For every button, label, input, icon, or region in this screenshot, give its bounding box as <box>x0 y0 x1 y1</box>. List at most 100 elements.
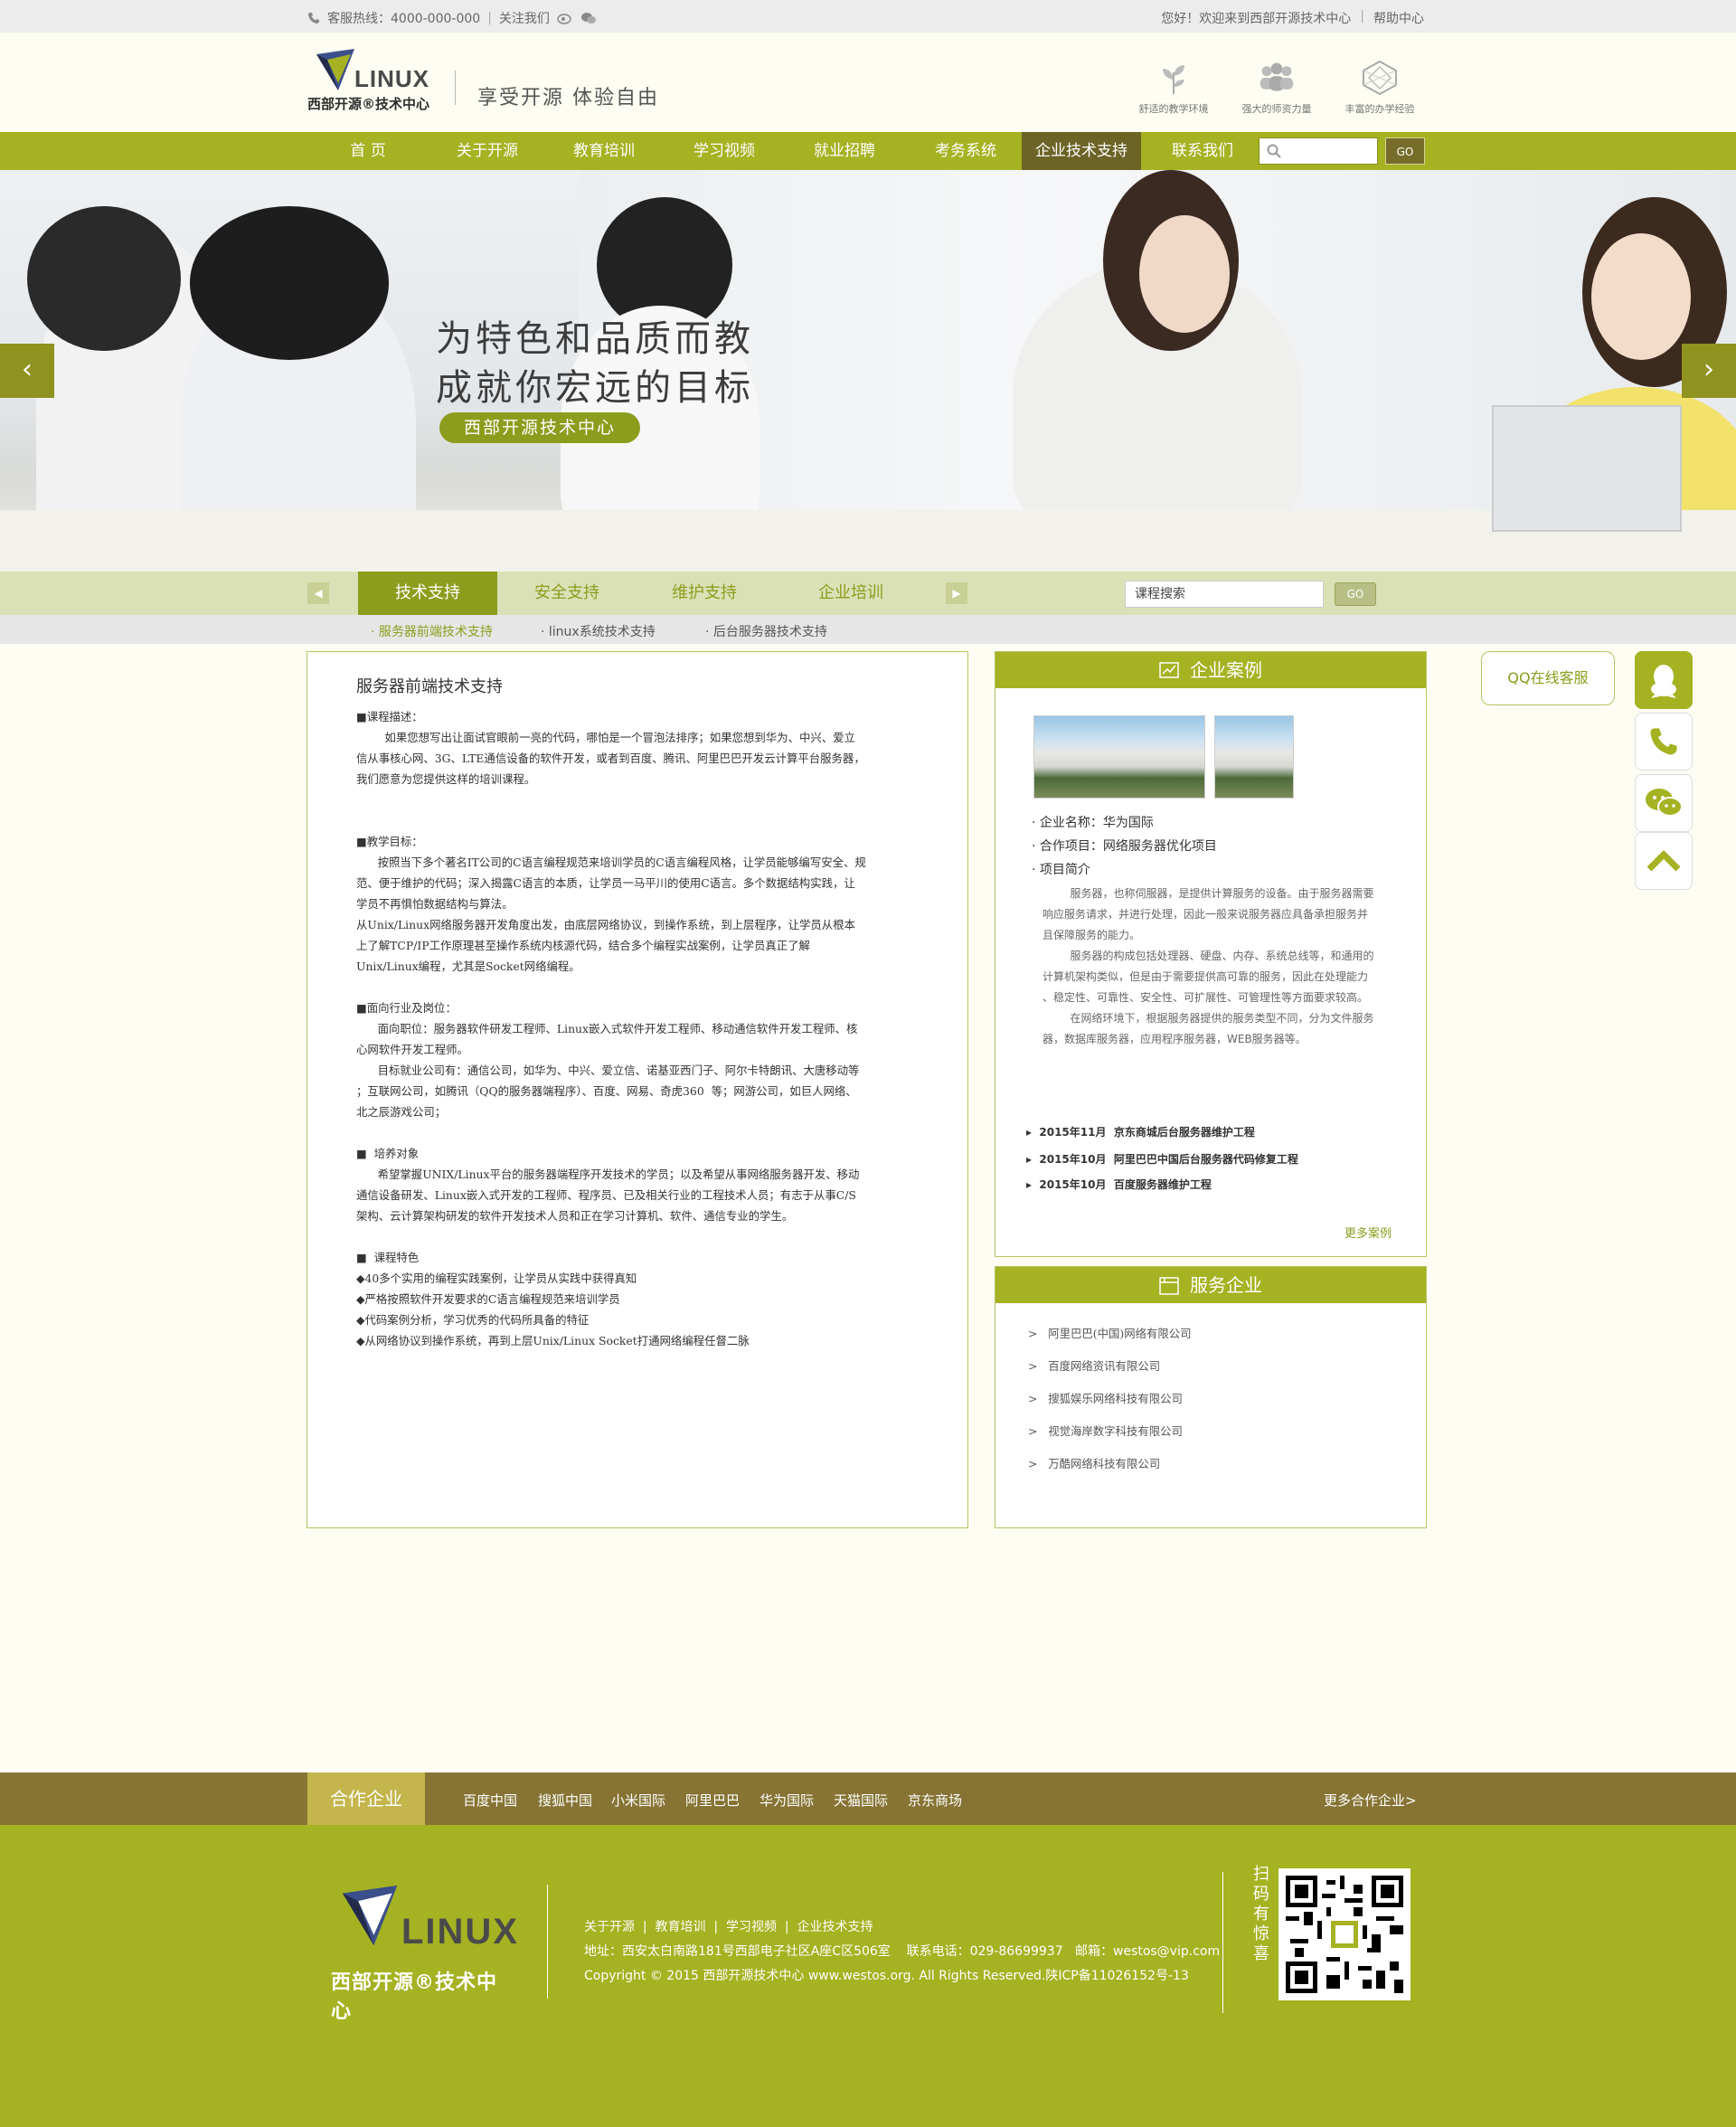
case-desc-line: 且保障服务的能力。 <box>1043 929 1141 941</box>
case-description: 服务器，也称伺服器，是提供计算服务的设备。由于服务器需要 响应服务请求，并进行处… <box>1043 884 1399 1050</box>
tabs-prev-button[interactable]: ◀ <box>307 582 329 604</box>
article-line: 按照当下多个著名IT公司的C语言编程规范来培训学员的C语言编程风格，让学员能够编… <box>356 856 866 869</box>
help-center-link[interactable]: 帮助中心 <box>1373 9 1424 27</box>
wechat-button[interactable] <box>1635 774 1693 832</box>
tabs-next-button[interactable]: ▶ <box>946 582 967 604</box>
banner-hair-2 <box>190 206 389 360</box>
article-panel: 服务器前端技术支持 ■课程描述： 如果您想写出让面试官眼前一亮的代码，哪怕是一个… <box>307 651 968 1528</box>
partner-link[interactable]: 搜狐中国 <box>538 1791 592 1810</box>
footer-links[interactable]: 关于开源 | 教育培训 | 学习视频 | 企业技术支持 <box>584 1915 1220 1940</box>
footer-logo-en: LINUX <box>401 1912 519 1952</box>
partner-link[interactable]: 阿里巴巴 <box>685 1791 740 1810</box>
service-enterprises-panel: 服务企业 > 阿里巴巴(中国)网络有限公司 > 百度网络资讯有限公司 > 搜狐娱… <box>995 1266 1427 1528</box>
logo-mark-icon <box>316 49 354 90</box>
phone-button[interactable] <box>1635 713 1693 770</box>
article-line: 目标就业公司有：通信公司，如华为、中兴、爱立信、诺基亚西门子、阿尔卡特朗讯、大唐… <box>356 1064 860 1077</box>
qq-icon <box>1651 665 1676 698</box>
nav-search-input[interactable] <box>1259 137 1378 165</box>
partner-link[interactable]: 华为国际 <box>760 1791 814 1810</box>
footer-logo[interactable]: LINUX 西部开源®技术中心 <box>331 1883 517 2023</box>
partners-label: 合作企业 <box>307 1772 425 1825</box>
site-logo[interactable]: LINUX 西部开源®技术中心 <box>307 47 434 114</box>
subnav-backend[interactable]: · 后台服务器技术支持 <box>705 622 827 640</box>
back-to-top-button[interactable] <box>1635 832 1693 890</box>
service-enterprise-item[interactable]: > 万酷网络科技有限公司 <box>1028 1455 1160 1471</box>
nav-jobs[interactable]: 就业招聘 <box>799 132 890 170</box>
case-desc-line: 响应服务请求，并进行处理，因此一般来说服务器应具备承担服务并 <box>1043 908 1369 921</box>
logo-cn: 西部开源®技术中心 <box>307 96 430 112</box>
article-line: 架构、云计算架构研发的软件开发技术人员和正在学习计算机、软件、通信专业的学生。 <box>356 1209 794 1223</box>
subnav-frontend[interactable]: · 服务器前端技术支持 <box>371 622 493 640</box>
nav-enterprise-support[interactable]: 企业技术支持 <box>1022 132 1141 170</box>
site-footer: LINUX 西部开源®技术中心 关于开源 | 教育培训 | 学习视频 | 企业技… <box>0 1825 1736 2127</box>
article-line: ■教学目标： <box>356 835 423 848</box>
article-line: 学员不再惧怕数据结构与算法。 <box>356 897 514 911</box>
feature-experience: 丰富的办学经验 <box>1335 60 1425 116</box>
footer-address: 地址：西安太白南路181号西部电子社区A座C区506室 联系电话：029-866… <box>584 1944 1221 1959</box>
tab-tech-support[interactable]: 技术支持 <box>358 572 497 615</box>
tab-maintenance-support[interactable]: 维护支持 <box>635 572 774 615</box>
partner-link[interactable]: 百度中国 <box>463 1791 517 1810</box>
partner-link[interactable]: 小米国际 <box>611 1791 665 1810</box>
banner-prev-button[interactable]: ‹ <box>0 344 54 398</box>
nav-about[interactable]: 关于开源 <box>442 132 533 170</box>
cases-header: 企业案例 <box>995 652 1426 688</box>
sub-nav: · 服务器前端技术支持 · linux系统技术支持 · 后台服务器技术支持 <box>0 615 1736 644</box>
service-enterprise-item[interactable]: > 搜狐娱乐网络科技有限公司 <box>1028 1390 1183 1406</box>
article-line: 信从事核心网、3G、LTE通信设备的软件开发，或者到百度、腾讯、阿里巴巴开发云计… <box>356 752 865 765</box>
case-project-item[interactable]: ▸ 2015年10月 阿里巴巴中国后台服务器代码修复工程 <box>1026 1151 1298 1167</box>
follow-us-link[interactable]: 关注我们 <box>499 9 550 27</box>
nav-videos[interactable]: 学习视频 <box>679 132 769 170</box>
case-project-item[interactable]: ▸ 2015年11月 京东商城后台服务器维护工程 <box>1026 1124 1255 1139</box>
course-search-input[interactable]: 课程搜索 <box>1125 581 1324 608</box>
case-image-1[interactable] <box>1033 715 1205 799</box>
services-header: 服务企业 <box>995 1267 1426 1303</box>
article-title: 服务器前端技术支持 <box>356 677 503 696</box>
subnav-linux[interactable]: · linux系统技术支持 <box>541 622 656 640</box>
banner-next-button[interactable]: › <box>1682 344 1736 398</box>
qq-button[interactable] <box>1635 651 1693 709</box>
wechat-icon[interactable] <box>580 12 597 24</box>
nav-education[interactable]: 教育培训 <box>559 132 649 170</box>
feature-teachers: 强大的师资力量 <box>1231 60 1322 116</box>
article-gap <box>356 810 924 831</box>
article-line: Unix/Linux编程，尤其是Socket网络编程。 <box>356 960 580 973</box>
more-partners-link[interactable]: 更多合作企业> <box>1324 1791 1417 1810</box>
qq-online-service[interactable]: QQ在线客服 <box>1481 651 1615 705</box>
service-enterprise-item[interactable]: > 阿里巴巴(中国)网络有限公司 <box>1028 1325 1192 1341</box>
partner-link[interactable]: 天猫国际 <box>834 1791 888 1810</box>
case-desc-line: 、稳定性、可靠性、安全性、可扩展性、可管理性等方面要求较高。 <box>1043 991 1369 1004</box>
article-line: 我们愿意为您提供这样的培训课程。 <box>356 772 536 786</box>
article-body: ■课程描述： 如果您想写出让面试官眼前一亮的代码，哪怕是一个冒泡法排序；如果您想… <box>356 706 924 1351</box>
article-line: 面向职位：服务器软件研发工程师、Linux嵌入式软件开发工程师、移动通信软件开发… <box>356 1022 858 1035</box>
hotline-text: 客服热线：4000-000-000 <box>327 12 481 26</box>
banner-hair-1 <box>27 206 181 351</box>
nav-search-button[interactable]: GO <box>1385 137 1425 165</box>
service-enterprise-item[interactable]: > 百度网络资讯有限公司 <box>1028 1357 1160 1374</box>
partner-link[interactable]: 京东商场 <box>908 1791 962 1810</box>
footer-divider <box>547 1885 548 1999</box>
welcome-text: 您好！欢迎来到西部开源技术中心 <box>1161 12 1352 26</box>
case-desc-line: 计算机架构类似，但是由于需要提供高可靠的服务，因此在处理能力 <box>1043 970 1369 983</box>
tab-enterprise-training[interactable]: 企业培训 <box>781 572 920 615</box>
service-enterprise-item[interactable]: > 视觉海岸数字科技有限公司 <box>1028 1423 1183 1439</box>
nav-contact[interactable]: 联系我们 <box>1157 132 1248 170</box>
case-project-item[interactable]: ▸ 2015年10月 百度服务器维护工程 <box>1026 1177 1212 1192</box>
nav-exam[interactable]: 考务系统 <box>920 132 1011 170</box>
feature-teachers-label: 强大的师资力量 <box>1241 103 1312 115</box>
tab-security-support[interactable]: 安全支持 <box>497 572 637 615</box>
article-line: ◆代码案例分析，学习优秀的代码所具备的特征 <box>356 1313 590 1327</box>
window-icon <box>1159 1277 1179 1295</box>
hero-banner: 为特色和品质而教 成就你宏远的目标 西部开源技术中心 <box>0 170 1736 572</box>
case-company: · 企业名称：华为国际 <box>1032 816 1154 830</box>
nav-home[interactable]: 首 页 <box>323 132 413 170</box>
article-line: ■ 课程特色 <box>356 1251 420 1264</box>
course-search-button[interactable]: GO <box>1335 582 1376 606</box>
case-image-2[interactable] <box>1214 715 1294 799</box>
feature-environment: 舒适的教学环境 <box>1128 60 1219 116</box>
weibo-icon[interactable] <box>557 12 573 24</box>
more-cases-link[interactable]: 更多案例 <box>1344 1224 1392 1241</box>
article-line: ◆40多个实用的编程实践案例，让学员从实践中获得真知 <box>356 1271 637 1285</box>
main-nav: 首 页 关于开源 教育培训 学习视频 就业招聘 考务系统 企业技术支持 联系我们… <box>0 132 1736 170</box>
article-gap <box>356 1122 924 1143</box>
